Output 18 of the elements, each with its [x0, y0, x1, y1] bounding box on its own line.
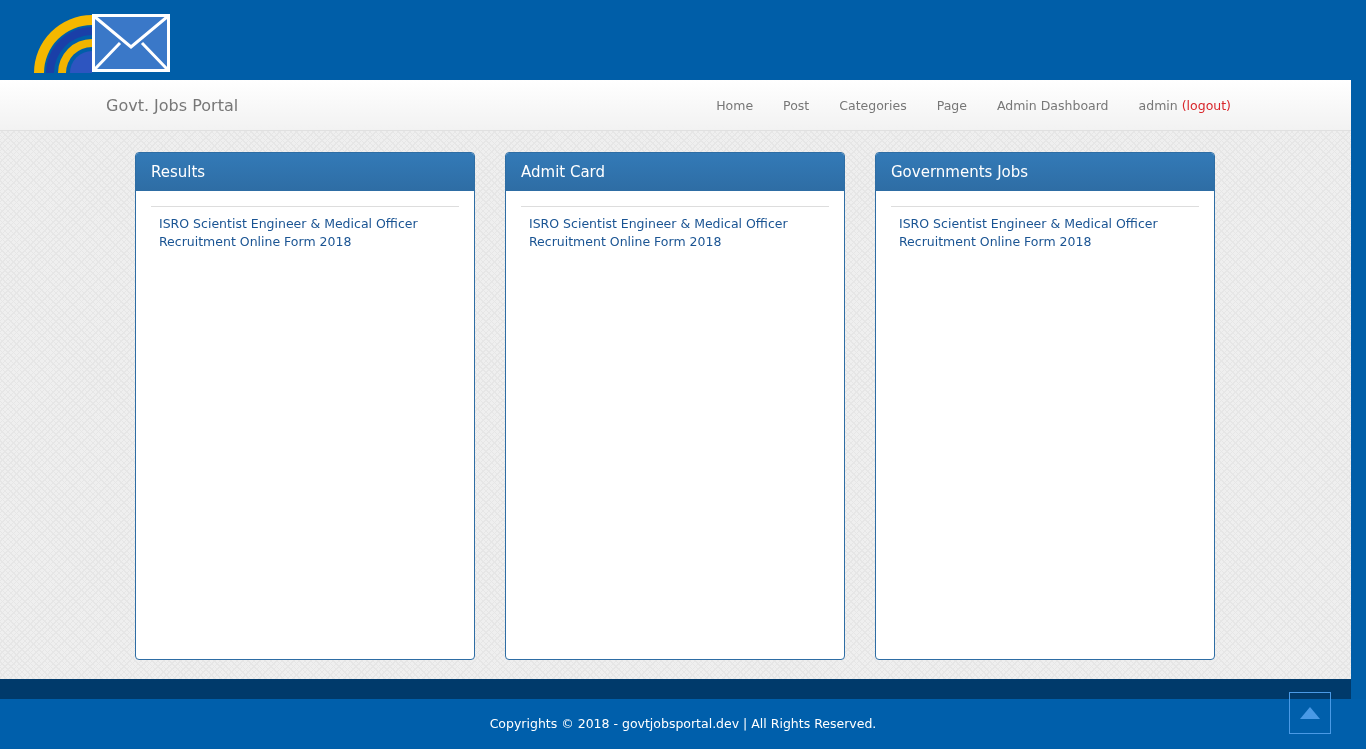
scroll-top-button[interactable] — [1289, 692, 1331, 734]
copyright-text: Copyrights © 2018 - govtjobsportal.dev | All Rights Reserved. — [489, 716, 877, 731]
nav-link[interactable]: Home — [716, 97, 754, 113]
username-text: admin — [1138, 97, 1178, 113]
panel-heading: Admit Card — [506, 153, 844, 191]
triangle-up-icon — [1300, 707, 1320, 719]
job-link[interactable]: ISRO Scientist Engineer & Medical Officer Recruitment Online Form 2018 — [521, 215, 829, 251]
nav-link[interactable]: Categories — [839, 97, 907, 113]
brand-link[interactable]: Govt. Jobs Portal — [106, 95, 239, 115]
nav-link[interactable]: Post — [783, 97, 810, 113]
panel-heading: Results — [136, 153, 474, 191]
nav-link[interactable]: Admin Dashboard — [996, 97, 1109, 113]
logout-link[interactable]: (logout) — [1181, 97, 1231, 113]
panel-heading: Governments Jobs — [876, 153, 1214, 191]
job-link[interactable]: ISRO Scientist Engineer & Medical Officer Recruitment Online Form 2018 — [151, 215, 459, 251]
job-link[interactable]: ISRO Scientist Engineer & Medical Officer Recruitment Online Form 2018 — [891, 215, 1199, 251]
nav-link[interactable]: Page — [936, 97, 967, 113]
envelope-logo-icon[interactable] — [32, 13, 172, 75]
